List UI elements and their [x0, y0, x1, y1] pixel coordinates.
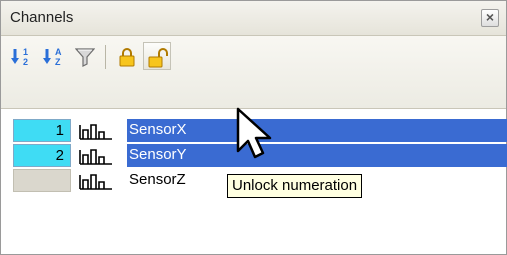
channel-signal-icon: [79, 124, 112, 140]
sort-a-z-icon: A Z: [43, 47, 62, 67]
channel-name: SensorX: [127, 119, 507, 142]
channel-signal-icon: [79, 174, 112, 190]
svg-text:Z: Z: [55, 57, 61, 67]
mouse-pointer-icon: [236, 107, 272, 159]
channel-signal-icon: [79, 149, 112, 165]
lock-open-icon: [148, 48, 168, 68]
close-icon: ×: [485, 9, 495, 25]
sort-alpha-button[interactable]: A Z: [39, 42, 67, 70]
channel-name: SensorZ: [129, 171, 186, 188]
toolbar: 1 2 A Z: [1, 36, 506, 109]
tooltip: Unlock numeration: [227, 174, 363, 198]
channel-name: SensorY: [127, 144, 507, 167]
sort-numeric-button[interactable]: 1 2: [7, 42, 35, 70]
lock-closed-icon: [119, 48, 135, 67]
channels-panel: Channels × 1 2 A Z 1 SensorX 2 SensorY S…: [0, 0, 507, 255]
sort-1-2-icon: 1 2: [11, 47, 28, 67]
panel-titlebar: Channels ×: [1, 1, 506, 36]
svg-text:2: 2: [23, 57, 28, 67]
toolbar-separator: [105, 45, 106, 69]
panel-title: Channels: [10, 9, 74, 26]
channel-number: [13, 169, 71, 192]
svg-text:1: 1: [23, 47, 28, 57]
lock-numeration-button[interactable]: [113, 42, 141, 70]
close-button[interactable]: ×: [481, 9, 499, 27]
channel-number: 1: [13, 119, 71, 142]
unlock-numeration-button[interactable]: [143, 42, 171, 70]
funnel-icon: [75, 48, 95, 67]
filter-button[interactable]: [71, 42, 99, 70]
channel-number: 2: [13, 144, 71, 167]
svg-text:A: A: [55, 47, 62, 57]
